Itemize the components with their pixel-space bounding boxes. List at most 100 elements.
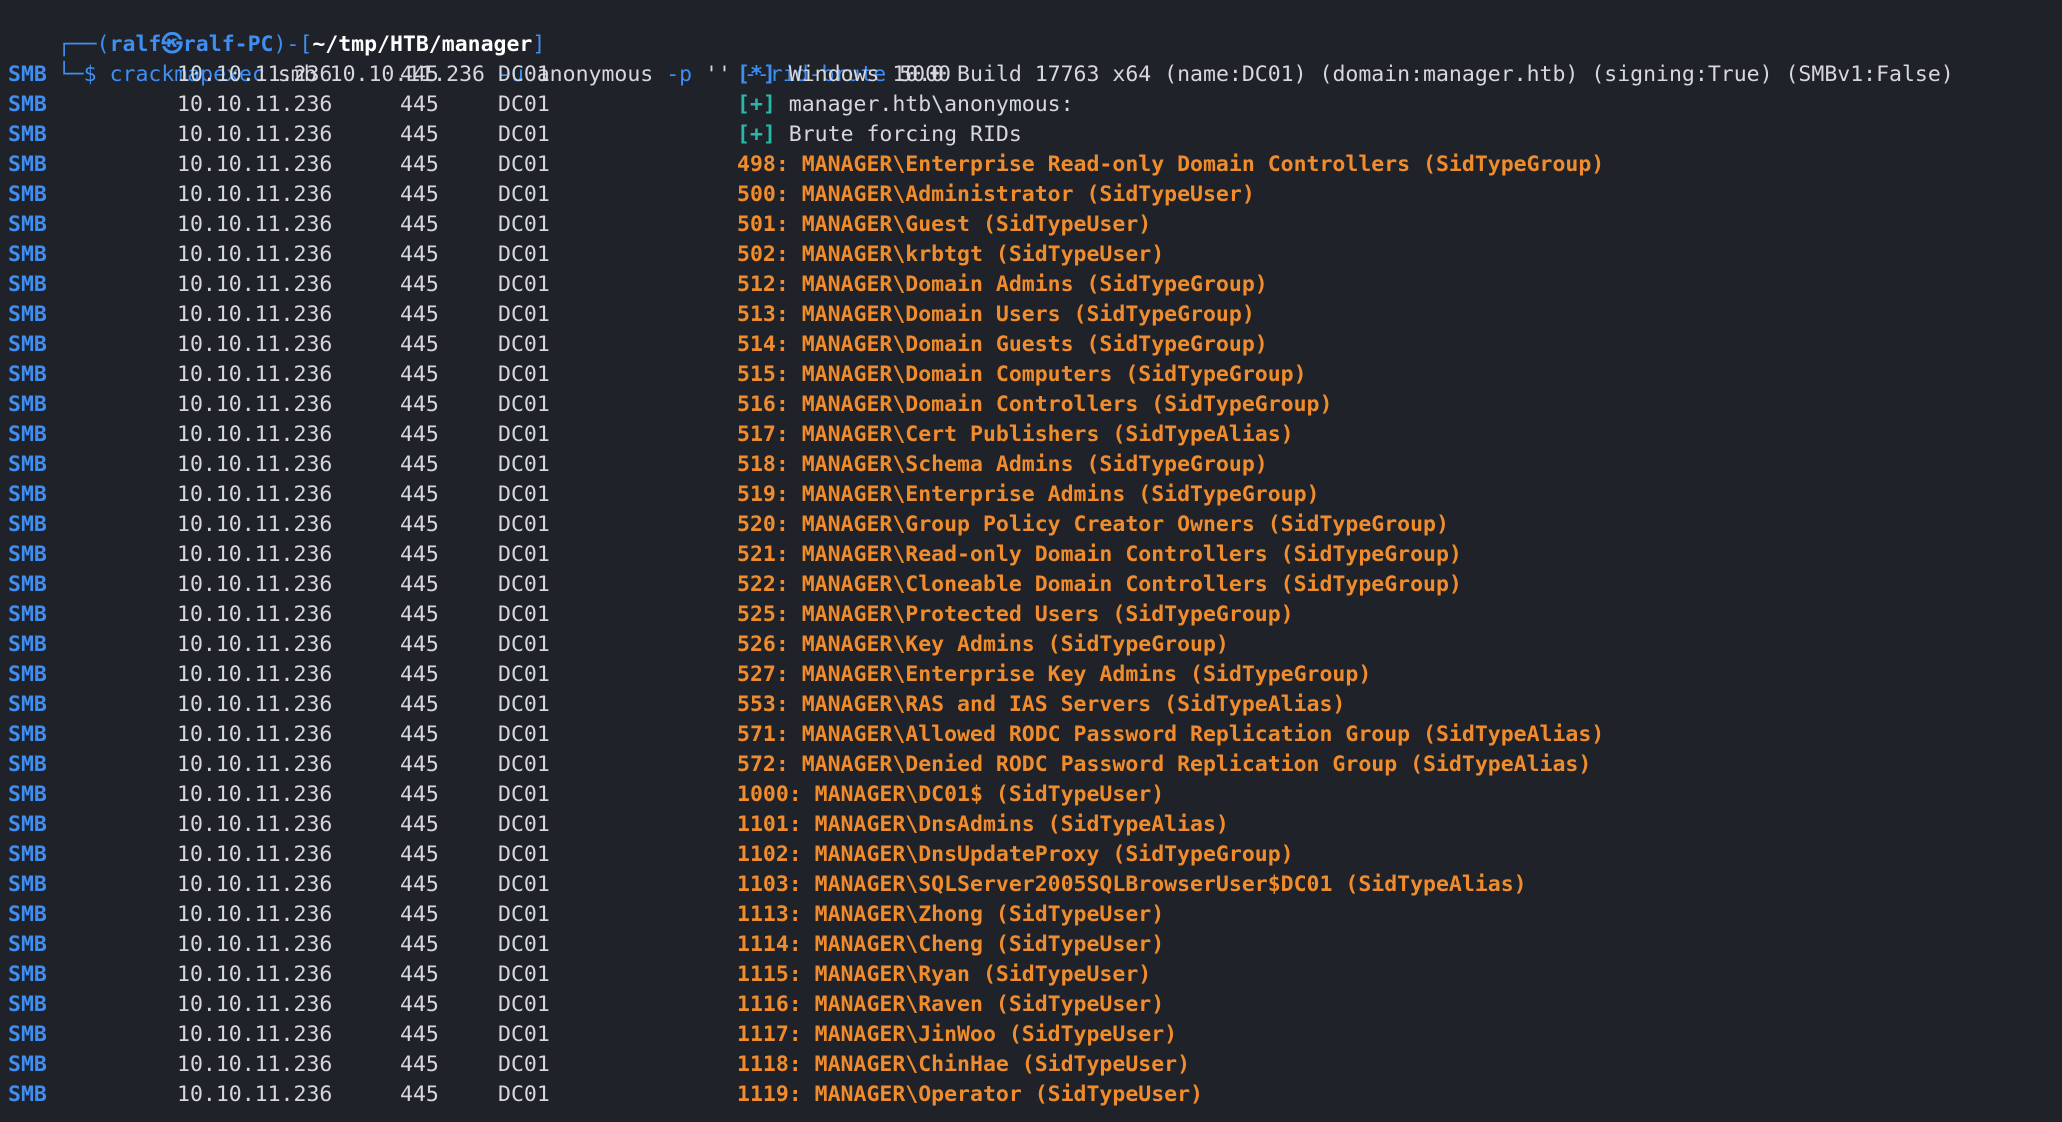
port-number: 445 [400,1052,439,1077]
port-number: 445 [400,1082,439,1107]
protocol-label: SMB [8,512,47,537]
host-name: DC01 [498,752,550,777]
ip-address: 10.10.11.236 [177,92,333,117]
rid-entry: 514: MANAGER\Domain Guests (SidTypeGroup… [737,332,1268,357]
host-name: DC01 [498,512,550,537]
protocol-label: SMB [8,632,47,657]
rid-entry: 520: MANAGER\Group Policy Creator Owners… [737,512,1449,537]
protocol-label: SMB [8,272,47,297]
protocol-label: SMB [8,992,47,1017]
host-name: DC01 [498,92,550,117]
ip-address: 10.10.11.236 [177,932,333,957]
host-name: DC01 [498,212,550,237]
rid-entry: 502: MANAGER\krbtgt (SidTypeUser) [737,242,1165,267]
ip-address: 10.10.11.236 [177,872,333,897]
protocol-label: SMB [8,122,47,147]
port-number: 445 [400,1022,439,1047]
ip-address: 10.10.11.236 [177,752,333,777]
rid-entry: 525: MANAGER\Protected Users (SidTypeGro… [737,602,1294,627]
host-name: DC01 [498,62,550,87]
ip-address: 10.10.11.236 [177,212,333,237]
port-number: 445 [400,512,439,537]
rid-entry: 553: MANAGER\RAS and IAS Servers (SidTyp… [737,692,1346,717]
ip-address: 10.10.11.236 [177,482,333,507]
host-name: DC01 [498,152,550,177]
host-name: DC01 [498,242,550,267]
command-line: └─$ crackmapexec smb 10.10.11.236 -u ano… [6,30,951,87]
protocol-label: SMB [8,542,47,567]
host-name: DC01 [498,872,550,897]
protocol-label: SMB [8,392,47,417]
port-number: 445 [400,962,439,987]
protocol-label: SMB [8,902,47,927]
host-name: DC01 [498,902,550,927]
rid-entry: 522: MANAGER\Cloneable Domain Controller… [737,572,1462,597]
ip-address: 10.10.11.236 [177,242,333,267]
host-name: DC01 [498,392,550,417]
ip-address: 10.10.11.236 [177,692,333,717]
protocol-label: SMB [8,152,47,177]
host-name: DC01 [498,572,550,597]
terminal-window[interactable]: ┌──(ralf㉿ralf-PC)-[~/tmp/HTB/manager] └─… [0,0,2062,1122]
port-number: 445 [400,992,439,1017]
ip-address: 10.10.11.236 [177,722,333,747]
port-number: 445 [400,872,439,897]
protocol-label: SMB [8,332,47,357]
ip-address: 10.10.11.236 [177,362,333,387]
port-number: 445 [400,152,439,177]
protocol-label: SMB [8,452,47,477]
rid-entry: 572: MANAGER\Denied RODC Password Replic… [737,752,1592,777]
port-number: 445 [400,182,439,207]
host-name: DC01 [498,302,550,327]
rid-entry: 518: MANAGER\Schema Admins (SidTypeGroup… [737,452,1268,477]
rid-entry: 1118: MANAGER\ChinHae (SidTypeUser) [737,1052,1191,1077]
ip-address: 10.10.11.236 [177,812,333,837]
port-number: 445 [400,662,439,687]
ip-address: 10.10.11.236 [177,122,333,147]
rid-entry: 527: MANAGER\Enterprise Key Admins (SidT… [737,662,1372,687]
protocol-label: SMB [8,362,47,387]
success-tag: [+] [737,92,776,117]
protocol-label: SMB [8,722,47,747]
ip-address: 10.10.11.236 [177,842,333,867]
ip-address: 10.10.11.236 [177,662,333,687]
port-number: 445 [400,482,439,507]
port-number: 445 [400,62,439,87]
rid-entry: 1115: MANAGER\Ryan (SidTypeUser) [737,962,1152,987]
prompt-frame-bottom: └─$ [57,62,110,87]
rid-entry: 1114: MANAGER\Cheng (SidTypeUser) [737,932,1165,957]
port-number: 445 [400,842,439,867]
rid-entry: 512: MANAGER\Domain Admins (SidTypeGroup… [737,272,1268,297]
port-number: 445 [400,812,439,837]
host-name: DC01 [498,692,550,717]
rid-entry: 513: MANAGER\Domain Users (SidTypeGroup) [737,302,1255,327]
port-number: 445 [400,932,439,957]
host-name: DC01 [498,422,550,447]
host-name: DC01 [498,632,550,657]
protocol-label: SMB [8,662,47,687]
port-number: 445 [400,302,439,327]
host-name: DC01 [498,842,550,867]
protocol-label: SMB [8,752,47,777]
ip-address: 10.10.11.236 [177,992,333,1017]
port-number: 445 [400,332,439,357]
command-opt-pass: -p [666,62,693,87]
ip-address: 10.10.11.236 [177,632,333,657]
port-number: 445 [400,692,439,717]
host-name: DC01 [498,602,550,627]
protocol-label: SMB [8,812,47,837]
port-number: 445 [400,602,439,627]
protocol-label: SMB [8,932,47,957]
info-tag: [*] [737,62,776,87]
rid-entry: 498: MANAGER\Enterprise Read-only Domain… [737,152,1605,177]
rid-entry: 517: MANAGER\Cert Publishers (SidTypeAli… [737,422,1294,447]
host-name: DC01 [498,662,550,687]
ip-address: 10.10.11.236 [177,572,333,597]
status-text: manager.htb\anonymous: [775,92,1074,117]
host-name: DC01 [498,962,550,987]
host-name: DC01 [498,992,550,1017]
protocol-label: SMB [8,62,47,87]
port-number: 445 [400,92,439,117]
rid-entry: 1117: MANAGER\JinWoo (SidTypeUser) [737,1022,1178,1047]
host-name: DC01 [498,1052,550,1077]
